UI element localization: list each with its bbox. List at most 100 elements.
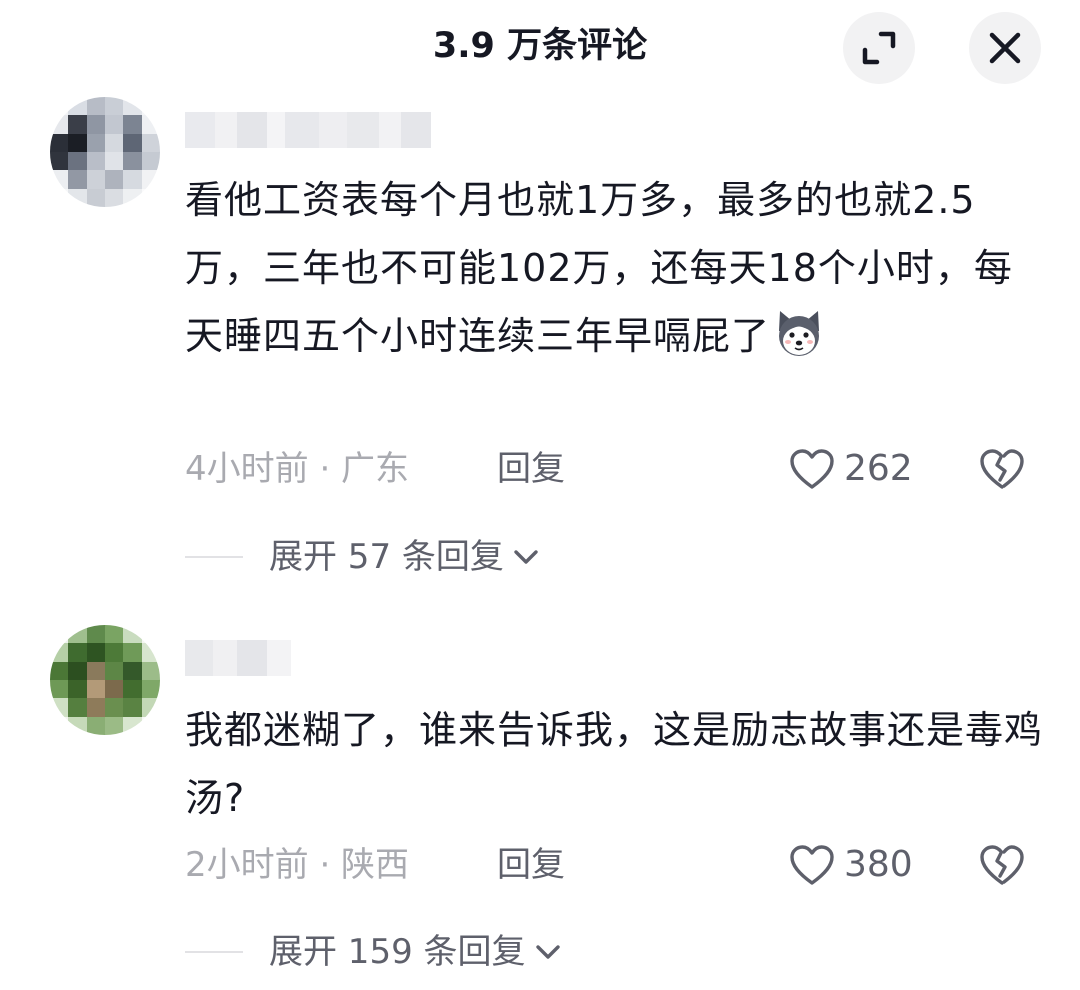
avatar-pixel — [50, 698, 69, 717]
avatar-pixel — [123, 97, 142, 116]
expand-button[interactable] — [843, 12, 915, 84]
divider-line — [185, 556, 243, 558]
avatar-pixel — [68, 133, 87, 152]
avatar-pixel — [86, 133, 105, 152]
avatar-pixel — [68, 698, 87, 717]
dislike-button[interactable] — [978, 843, 1026, 891]
close-button[interactable] — [969, 12, 1041, 84]
avatar-pixel — [68, 170, 87, 189]
avatar-pixel — [50, 625, 69, 644]
avatar-pixel — [141, 680, 160, 699]
avatar[interactable] — [50, 625, 160, 735]
avatar-pixel — [50, 152, 69, 171]
heart-outline-icon — [790, 449, 834, 489]
avatar-pixel — [68, 115, 87, 134]
avatar-pixel — [141, 115, 160, 134]
avatar-pixel — [50, 115, 69, 134]
avatar-pixel — [105, 625, 124, 644]
broken-heart-icon — [980, 449, 1024, 489]
avatar-pixel — [123, 625, 142, 644]
avatar-pixel — [141, 698, 160, 717]
comments-header: 3.9 万条评论 — [0, 0, 1080, 95]
like-button[interactable]: 262 — [788, 447, 913, 491]
husky-dog-emoji — [772, 305, 826, 380]
avatar-pixel — [50, 188, 69, 207]
avatar-pixel — [123, 170, 142, 189]
expand-replies-button[interactable]: 展开 57 条回复 — [185, 535, 540, 579]
avatar-pixel — [105, 643, 124, 662]
dislike-button[interactable] — [978, 447, 1026, 495]
avatar-pixel — [86, 661, 105, 680]
avatar-pixel — [68, 625, 87, 644]
avatar-pixel — [68, 97, 87, 116]
reply-button[interactable]: 回复 — [497, 447, 565, 491]
username-blurred[interactable] — [185, 112, 431, 148]
avatar-pixel — [105, 188, 124, 207]
like-button[interactable]: 380 — [788, 843, 913, 887]
like-count: 262 — [844, 448, 913, 489]
avatar-pixel — [123, 133, 142, 152]
avatar-pixel — [50, 97, 69, 116]
avatar-pixel — [105, 97, 124, 116]
chevron-down-icon — [535, 945, 560, 959]
avatar-pixel — [86, 643, 105, 662]
avatar-pixel — [123, 115, 142, 134]
avatar-pixel — [123, 643, 142, 662]
expand-replies-button[interactable]: 展开 159 条回复 — [185, 930, 562, 974]
chevron-down-icon — [514, 550, 538, 564]
comment-text-content: 我都迷糊了，谁来告诉我，这是励志故事还是毒鸡汤? — [185, 708, 1044, 820]
expand-replies-label: 展开 57 条回复 — [269, 537, 504, 577]
avatar-pixel — [50, 133, 69, 152]
avatar-pixel — [123, 152, 142, 171]
avatar-pixel — [141, 152, 160, 171]
avatar-pixel — [86, 680, 105, 699]
avatar-pixel — [68, 661, 87, 680]
avatar-pixel — [86, 698, 105, 717]
avatar-pixel — [105, 698, 124, 717]
avatar-pixel — [141, 170, 160, 189]
avatar-pixel — [86, 152, 105, 171]
avatar[interactable] — [50, 97, 160, 207]
avatar-pixel — [141, 625, 160, 644]
close-icon — [989, 32, 1021, 64]
comment-text: 我都迷糊了，谁来告诉我，这是励志故事还是毒鸡汤? — [185, 696, 1045, 832]
avatar-pixel — [123, 188, 142, 207]
avatar-pixel — [50, 661, 69, 680]
divider-line — [185, 951, 243, 953]
reply-button[interactable]: 回复 — [497, 843, 565, 887]
comment-count-title: 3.9 万条评论 — [432, 26, 648, 66]
avatar-pixel — [105, 170, 124, 189]
avatar-pixel — [105, 661, 124, 680]
comment-meta: 4小时前 · 广东 — [185, 449, 410, 489]
avatar-pixel — [141, 661, 160, 680]
avatar-pixel — [86, 188, 105, 207]
expand-corners-icon — [862, 31, 896, 65]
avatar-pixel — [86, 170, 105, 189]
avatar-pixel — [141, 97, 160, 116]
avatar-pixel — [50, 643, 69, 662]
username-blurred[interactable] — [185, 640, 291, 676]
avatar-pixel — [105, 115, 124, 134]
avatar-pixel — [123, 680, 142, 699]
heart-outline-icon — [790, 845, 834, 885]
expand-replies-label: 展开 159 条回复 — [269, 932, 526, 972]
avatar-pixel — [68, 152, 87, 171]
avatar-pixel — [105, 680, 124, 699]
avatar-pixel — [50, 170, 69, 189]
broken-heart-icon — [980, 845, 1024, 885]
avatar-pixel — [123, 661, 142, 680]
avatar-pixel — [86, 716, 105, 735]
avatar-pixel — [141, 716, 160, 735]
avatar-pixel — [141, 643, 160, 662]
comment-text-content: 看他工资表每个月也就1万多，最多的也就2.5万，三年也不可能102万，还每天18… — [185, 178, 1013, 358]
avatar-pixel — [50, 680, 69, 699]
comment-meta: 2小时前 · 陕西 — [185, 845, 410, 885]
avatar-pixel — [68, 680, 87, 699]
avatar-pixel — [141, 188, 160, 207]
avatar-pixel — [68, 643, 87, 662]
avatar-pixel — [86, 115, 105, 134]
avatar-pixel — [105, 133, 124, 152]
avatar-pixel — [68, 716, 87, 735]
avatar-pixel — [86, 97, 105, 116]
avatar-pixel — [123, 698, 142, 717]
